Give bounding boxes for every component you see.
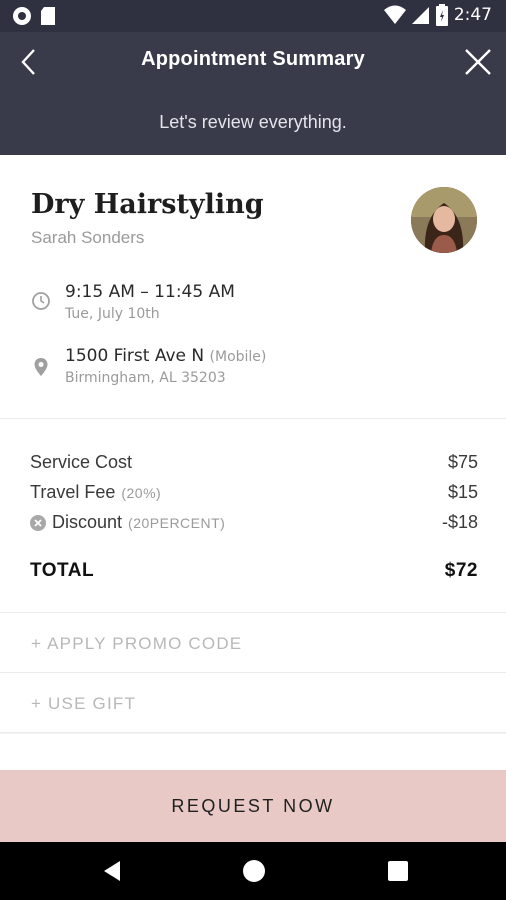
- wifi-icon: [383, 5, 406, 24]
- appointment-time: 9:15 AM – 11:45 AM: [65, 282, 235, 302]
- cell-signal-icon: [411, 7, 429, 24]
- system-nav-bar: [0, 842, 506, 900]
- stylist-avatar[interactable]: [411, 187, 477, 253]
- service-details: Dry Hairstyling Sarah Sonders 9:15 AM – …: [0, 155, 506, 419]
- total-label: TOTAL: [30, 560, 95, 581]
- remove-discount-icon[interactable]: [30, 514, 46, 531]
- discount-row: Discount (20PERCENT) -$18: [30, 512, 478, 538]
- nav-back-icon[interactable]: [100, 859, 124, 883]
- cost-breakdown: Service Cost $75 Travel Fee (20%) $15 Di…: [0, 420, 506, 613]
- battery-icon: [435, 4, 448, 26]
- page-subtitle: Let's review everything.: [159, 112, 347, 132]
- appointment-address: 1500 First Ave N (Mobile): [65, 346, 266, 366]
- total-row: TOTAL $72: [30, 560, 478, 586]
- location-pin-icon: [34, 358, 48, 376]
- nav-recents-icon[interactable]: [386, 859, 410, 883]
- travel-fee-label: Travel Fee: [30, 482, 116, 502]
- clock-icon: [32, 292, 50, 310]
- discount-note: (20PERCENT): [128, 514, 226, 531]
- address-city: Birmingham, AL 35203: [65, 370, 226, 386]
- divider: [0, 733, 506, 770]
- discount-label: Discount: [52, 512, 123, 532]
- travel-fee-value: $15: [447, 482, 478, 502]
- discount-value: -$18: [441, 512, 478, 532]
- status-time: 2:47: [453, 5, 492, 25]
- travel-fee-note: (20%): [121, 484, 162, 501]
- service-title: Dry Hairstyling: [31, 189, 264, 220]
- appointment-date: Tue, July 10th: [65, 306, 160, 322]
- service-cost-value: $75: [447, 452, 478, 472]
- app-header: Appointment Summary Let's review everyth…: [0, 32, 506, 155]
- status-bar: 2:47: [0, 0, 506, 32]
- close-button[interactable]: [462, 46, 494, 78]
- service-cost-row: Service Cost $75: [30, 452, 478, 478]
- total-value: $72: [444, 560, 478, 581]
- address-tag: (Mobile): [209, 349, 267, 365]
- page-title: Appointment Summary: [141, 48, 365, 70]
- address-line: 1500 First Ave N: [65, 346, 205, 366]
- sd-card-icon: [41, 7, 55, 25]
- nav-home-icon[interactable]: [242, 859, 266, 883]
- avatar-photo: [411, 187, 477, 253]
- apply-promo-code-button[interactable]: + APPLY PROMO CODE: [0, 614, 506, 673]
- record-icon: [13, 7, 31, 25]
- request-now-button[interactable]: REQUEST NOW: [0, 770, 506, 842]
- use-gift-button[interactable]: + USE GIFT: [0, 674, 506, 733]
- close-icon: [465, 49, 491, 75]
- service-cost-label: Service Cost: [30, 452, 133, 472]
- stylist-name: Sarah Sonders: [31, 228, 145, 247]
- travel-fee-row: Travel Fee (20%) $15: [30, 482, 478, 508]
